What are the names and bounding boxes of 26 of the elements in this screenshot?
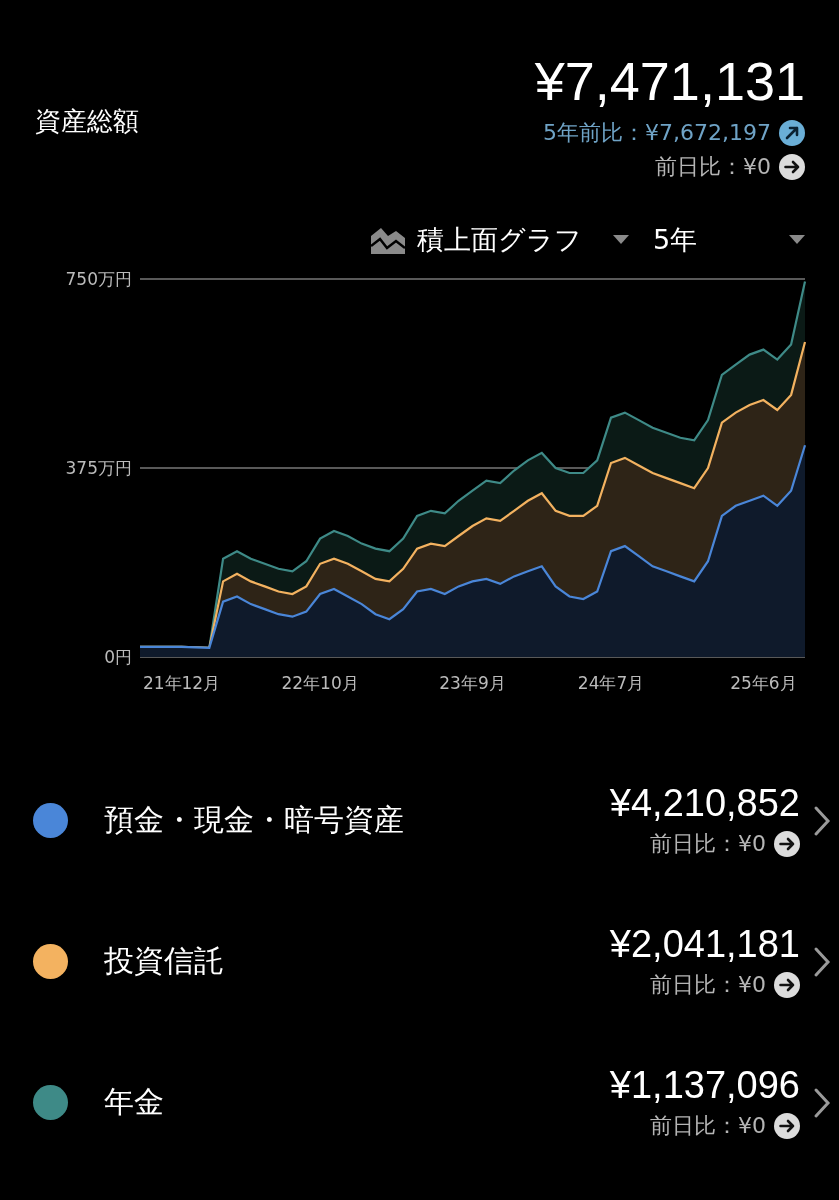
total-assets-label: 資産総額 bbox=[35, 105, 139, 138]
category-name: 投資信託 bbox=[104, 942, 225, 980]
x-axis-label: 21年12月 bbox=[142, 673, 221, 693]
category-name: 預金・現金・暗号資産 bbox=[104, 801, 405, 839]
category-amount: ¥4,210,852 bbox=[609, 782, 800, 825]
category-amount: ¥2,041,181 bbox=[609, 923, 800, 966]
category-name: 年金 bbox=[104, 1083, 165, 1121]
x-axis-label: 25年6月 bbox=[730, 673, 797, 693]
caret-icon bbox=[789, 235, 805, 245]
caret-icon bbox=[613, 235, 629, 245]
category-amount: ¥1,137,096 bbox=[609, 1064, 800, 1107]
x-axis-label: 22年10月 bbox=[281, 673, 359, 693]
y-axis-label: 750万円 bbox=[65, 269, 132, 289]
comparison-text: 前日比：¥0 bbox=[650, 1112, 766, 1140]
x-axis-label: 23年9月 bbox=[439, 673, 506, 693]
chart-type-dropdown[interactable]: 積上面グラフ bbox=[371, 222, 582, 258]
area-chart-icon bbox=[371, 226, 405, 254]
comparison-text: 前日比：¥0 bbox=[650, 830, 766, 858]
comparison-text: 前日比：¥0 bbox=[650, 971, 766, 999]
y-axis-label: 0円 bbox=[104, 647, 132, 667]
total-amount: ¥7,471,131 bbox=[534, 50, 805, 113]
comparison-text: 前日比：¥0 bbox=[655, 153, 771, 181]
x-axis-label: 24年7月 bbox=[577, 673, 645, 693]
y-axis-label: 375万円 bbox=[65, 458, 132, 478]
comparison-text: 5年前比：¥7,672,197 bbox=[543, 119, 771, 147]
period-dropdown[interactable]: 5年 bbox=[653, 222, 698, 258]
